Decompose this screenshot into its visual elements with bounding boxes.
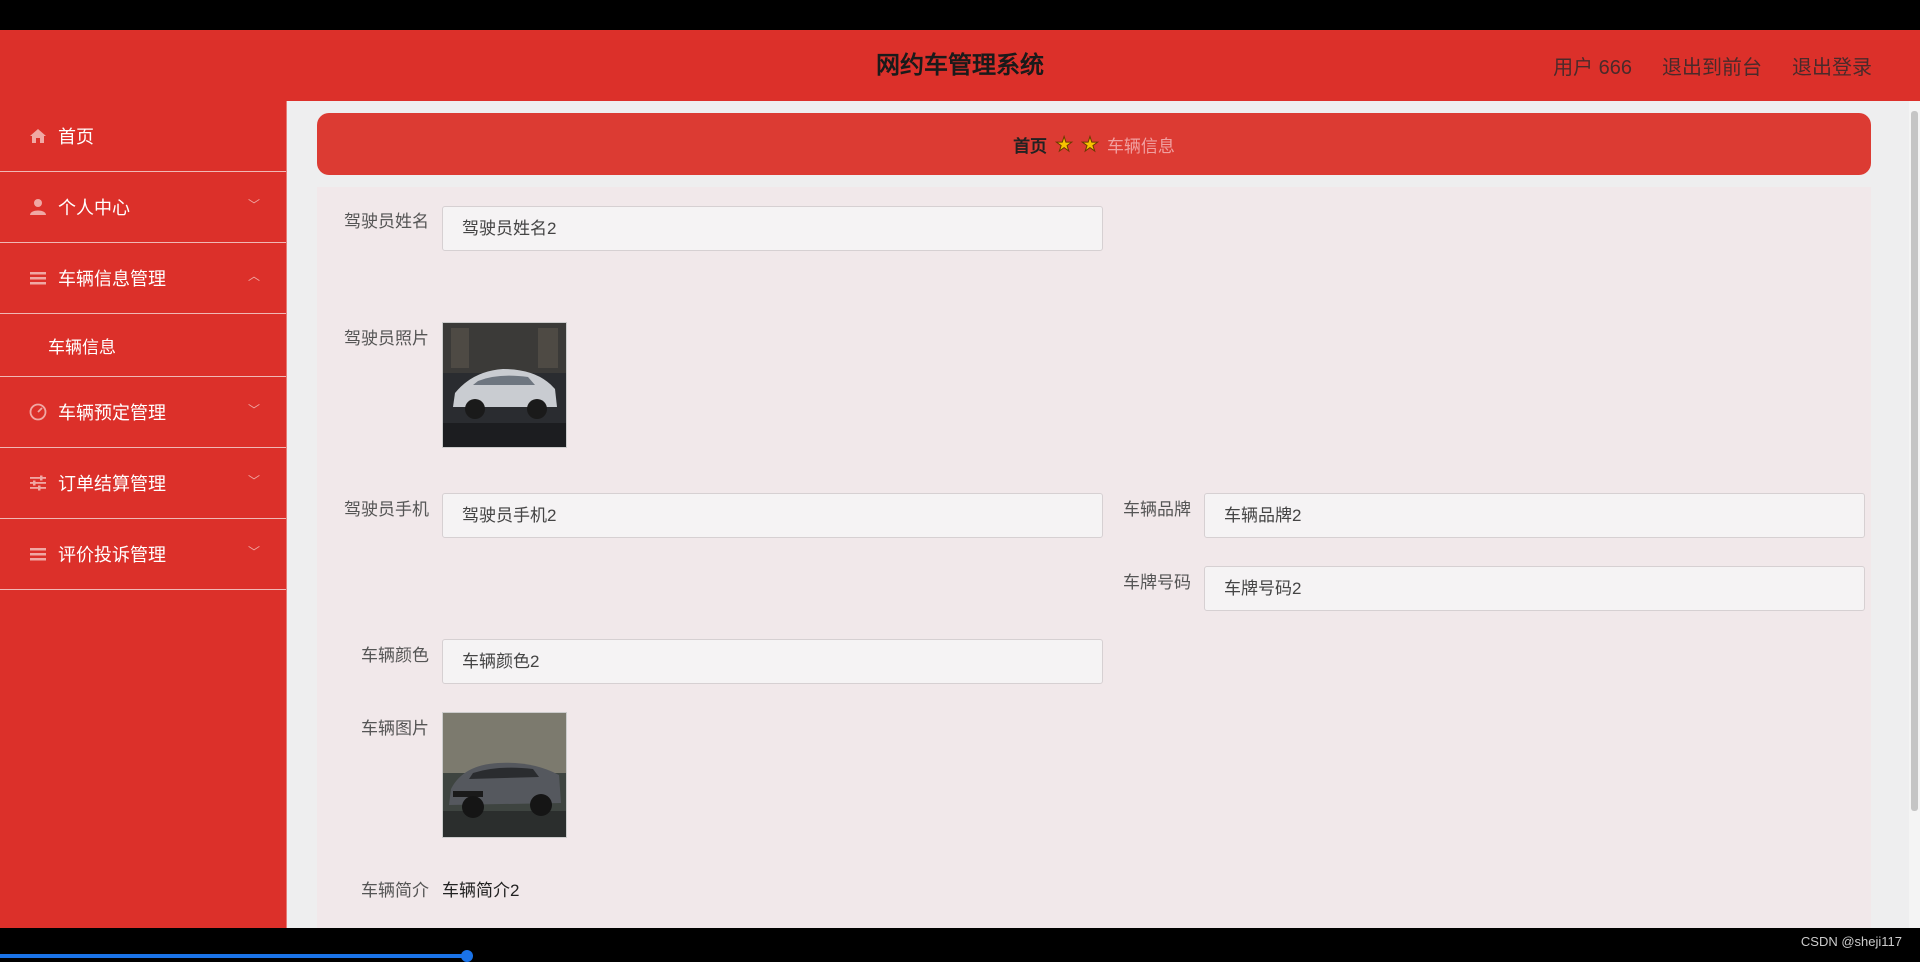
driver-name-field[interactable]: 驾驶员姓名2	[442, 206, 1103, 251]
home-icon	[28, 126, 48, 146]
driver-photo-image[interactable]	[442, 322, 567, 448]
driver-phone-field[interactable]: 驾驶员手机2	[442, 493, 1103, 538]
main-content: 首页 ★ ★ 车辆信息 驾驶员姓名 驾驶员姓名2 驾驶员照片 驾驶员手机 驾驶员…	[287, 101, 1909, 928]
driver-name-label: 驾驶员姓名	[344, 212, 429, 231]
sidebar-subitem-vehicle-info[interactable]: 车辆信息	[0, 314, 286, 377]
chevron-down-icon: ﹀	[247, 474, 260, 488]
color-field[interactable]: 车辆颜色2	[442, 639, 1103, 684]
sliders-icon	[28, 473, 48, 493]
chevron-down-icon: ﹀	[247, 545, 260, 559]
breadcrumb: 首页 ★ ★ 车辆信息	[317, 113, 1871, 175]
driver-phone-label: 驾驶员手机	[344, 500, 429, 519]
sidebar-item-label: 个人中心	[58, 198, 130, 218]
header-actions: 用户 666 退出到前台 退出登录	[1553, 30, 1872, 101]
brand-label: 车辆品牌	[1123, 500, 1191, 519]
chevron-down-icon: ﹀	[247, 198, 260, 212]
sidebar-item-vehicle-info-mgmt[interactable]: 车辆信息管理 ︿	[0, 243, 286, 314]
vehicle-detail-form: 驾驶员姓名 驾驶员姓名2 驾驶员照片 驾驶员手机 驾驶员手机2 车辆品牌 车辆品…	[317, 187, 1871, 928]
vertical-scrollbar[interactable]	[1909, 101, 1920, 928]
sidebar-item-personal[interactable]: 个人中心 ﹀	[0, 172, 286, 243]
color-label: 车辆颜色	[361, 646, 429, 665]
sidebar-item-label: 车辆预定管理	[58, 403, 166, 423]
logout-button[interactable]: 退出登录	[1792, 51, 1872, 80]
user-icon	[28, 197, 48, 217]
breadcrumb-home[interactable]: 首页	[1013, 132, 1047, 157]
user-label: 用户 666	[1553, 57, 1632, 79]
menu-icon	[28, 268, 48, 288]
driver-photo-label: 驾驶员照片	[344, 329, 429, 348]
sidebar-item-label: 订单结算管理	[58, 474, 166, 494]
car-image[interactable]	[442, 712, 567, 838]
sidebar-item-label: 评价投诉管理	[58, 545, 166, 565]
intro-label: 车辆简介	[361, 881, 429, 900]
window-top-bar	[0, 0, 1920, 30]
chevron-up-icon: ︿	[247, 269, 260, 283]
breadcrumb-current: 车辆信息	[1106, 136, 1175, 156]
plate-field[interactable]: 车牌号码2	[1204, 566, 1865, 611]
car-image-label: 车辆图片	[361, 719, 429, 738]
watermark: CSDN @sheji117	[1800, 934, 1902, 949]
sidebar-item-order-mgmt[interactable]: 订单结算管理 ﹀	[0, 448, 286, 519]
app-header: 网约车管理系统 用户 666 退出到前台 退出登录	[0, 30, 1920, 101]
video-progress-handle[interactable]	[461, 950, 473, 962]
gauge-icon	[28, 402, 48, 422]
sidebar-item-label: 车辆信息管理	[58, 269, 166, 289]
menu-icon	[28, 544, 48, 564]
sidebar-item-booking-mgmt[interactable]: 车辆预定管理 ﹀	[0, 377, 286, 448]
chevron-down-icon: ﹀	[247, 403, 260, 417]
to-front-button[interactable]: 退出到前台	[1662, 51, 1762, 80]
intro-value: 车辆简介2	[442, 881, 520, 900]
sidebar-item-home[interactable]: 首页	[0, 101, 286, 172]
brand-field[interactable]: 车辆品牌2	[1204, 493, 1865, 538]
scrollbar-thumb[interactable]	[1911, 111, 1918, 811]
sidebar: 首页 个人中心 ﹀ 车辆信息管理 ︿ 车辆信息 车辆预定管理 ﹀ 订单结算管理 …	[0, 101, 287, 928]
video-progress[interactable]	[0, 954, 468, 958]
star-icon: ★	[1081, 133, 1100, 156]
star-icon: ★	[1055, 133, 1074, 156]
plate-label: 车牌号码	[1123, 573, 1191, 592]
sidebar-item-review-mgmt[interactable]: 评价投诉管理 ﹀	[0, 519, 286, 590]
sidebar-item-label: 首页	[58, 127, 94, 147]
